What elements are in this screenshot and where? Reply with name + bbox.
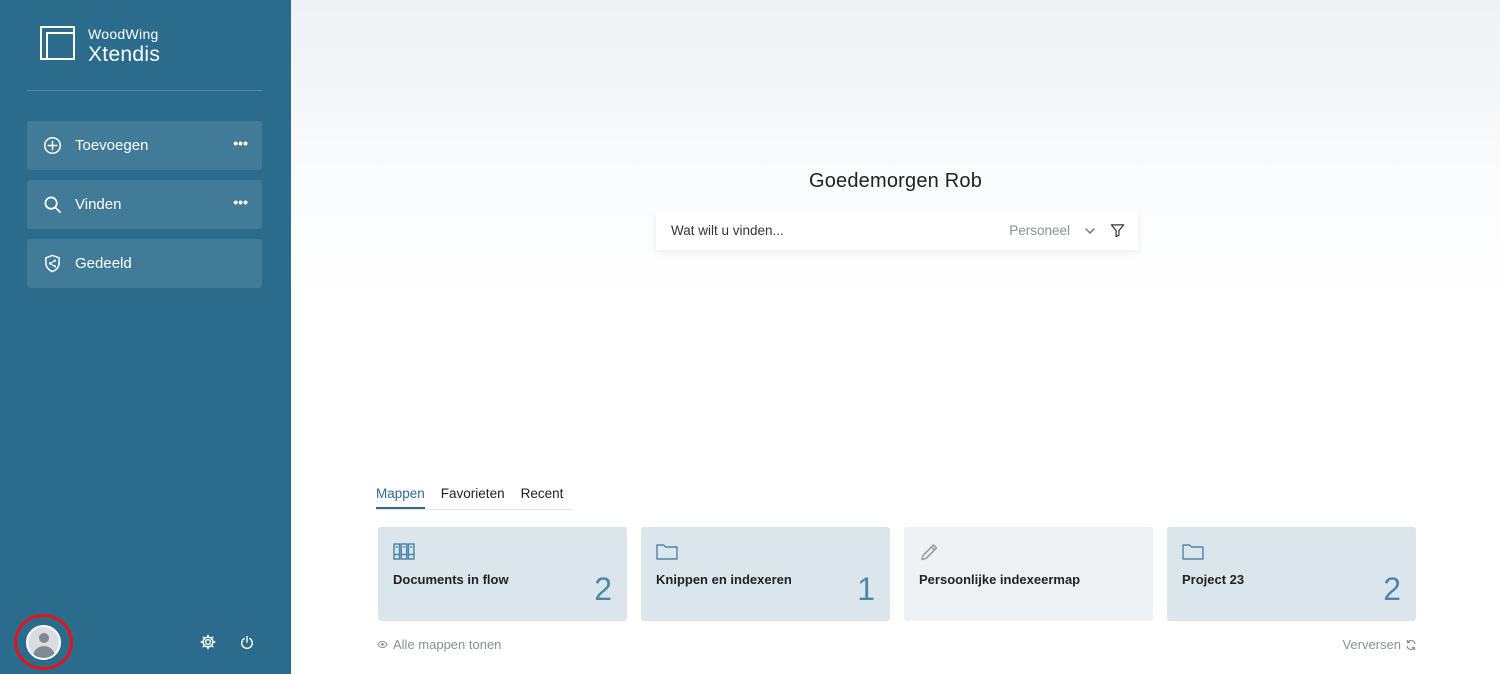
power-icon[interactable] xyxy=(238,633,256,651)
eye-icon xyxy=(377,640,388,649)
avatar-head xyxy=(39,632,49,643)
folder-card-knippen-en-indexeren[interactable]: Knippen en indexeren 1 xyxy=(641,527,890,621)
woodwing-logo[interactable]: WoodWing Xtendis xyxy=(40,26,160,65)
tab-mappen[interactable]: Mappen xyxy=(376,486,425,509)
refresh-icon xyxy=(1405,639,1417,651)
search-icon xyxy=(42,195,62,215)
show-all-folders-link[interactable]: Alle mappen tonen xyxy=(377,637,501,652)
logo-mark-icon xyxy=(40,26,75,60)
brand-line2: Xtendis xyxy=(88,43,161,66)
card-count: 2 xyxy=(1383,571,1401,607)
filter-icon[interactable] xyxy=(1110,223,1125,238)
folder-icon xyxy=(1182,543,1204,561)
sidebar-item-label: Gedeeld xyxy=(75,255,132,272)
chevron-down-icon[interactable] xyxy=(1084,224,1096,236)
avatar[interactable] xyxy=(26,624,61,660)
gear-icon[interactable] xyxy=(199,633,217,651)
sidebar-item-label: Vinden xyxy=(75,196,122,213)
folder-tabs: Mappen Favorieten Recent xyxy=(376,486,572,510)
card-title: Project 23 xyxy=(1182,572,1245,587)
card-count: 2 xyxy=(594,571,612,607)
card-title: Knippen en indexeren xyxy=(656,572,792,587)
user-avatar-highlight[interactable] xyxy=(14,614,73,670)
sidebar-item-vinden[interactable]: Vinden ••• xyxy=(27,180,262,229)
tab-recent[interactable]: Recent xyxy=(521,486,564,509)
share-shield-icon xyxy=(42,254,62,274)
sidebar-divider xyxy=(27,90,262,91)
plus-circle-icon xyxy=(42,136,62,156)
greeting-title: Goedemorgen Rob xyxy=(808,170,983,192)
more-options-icon[interactable]: ••• xyxy=(233,135,248,151)
sidebar-item-toevoegen[interactable]: Toevoegen ••• xyxy=(27,121,262,170)
logo-text: WoodWing Xtendis xyxy=(88,26,160,65)
search-scope-select[interactable]: Personeel xyxy=(1009,223,1070,238)
main-content: Goedemorgen Rob Personeel Mappen Favorie… xyxy=(291,0,1500,674)
pencil-icon xyxy=(919,543,941,561)
more-options-icon[interactable]: ••• xyxy=(233,194,248,210)
folder-card-documents-in-flow[interactable]: Documents in flow 2 xyxy=(378,527,627,621)
card-count: 1 xyxy=(857,571,875,607)
sidebar-item-label: Toevoegen xyxy=(75,137,149,154)
folder-icon xyxy=(656,543,678,561)
folder-card-persoonlijke-indexeermap[interactable]: Persoonlijke indexeermap xyxy=(904,527,1153,621)
refresh-link[interactable]: Verversen xyxy=(1342,637,1417,652)
folder-card-project-23[interactable]: Project 23 2 xyxy=(1167,527,1416,621)
brand-line1: WoodWing xyxy=(88,26,159,42)
sidebar: WoodWing Xtendis Toevoegen ••• Vinden ••… xyxy=(0,0,291,674)
show-all-label: Alle mappen tonen xyxy=(393,637,502,652)
tab-favorieten[interactable]: Favorieten xyxy=(441,486,505,509)
card-title: Documents in flow xyxy=(393,572,509,587)
card-title: Persoonlijke indexeermap xyxy=(919,572,1081,587)
search-input[interactable] xyxy=(671,223,971,238)
sidebar-item-gedeeld[interactable]: Gedeeld xyxy=(27,239,262,288)
binders-icon xyxy=(393,543,415,561)
search-bar: Personeel xyxy=(656,211,1138,250)
refresh-label: Verversen xyxy=(1342,637,1401,652)
avatar-body xyxy=(33,645,55,658)
